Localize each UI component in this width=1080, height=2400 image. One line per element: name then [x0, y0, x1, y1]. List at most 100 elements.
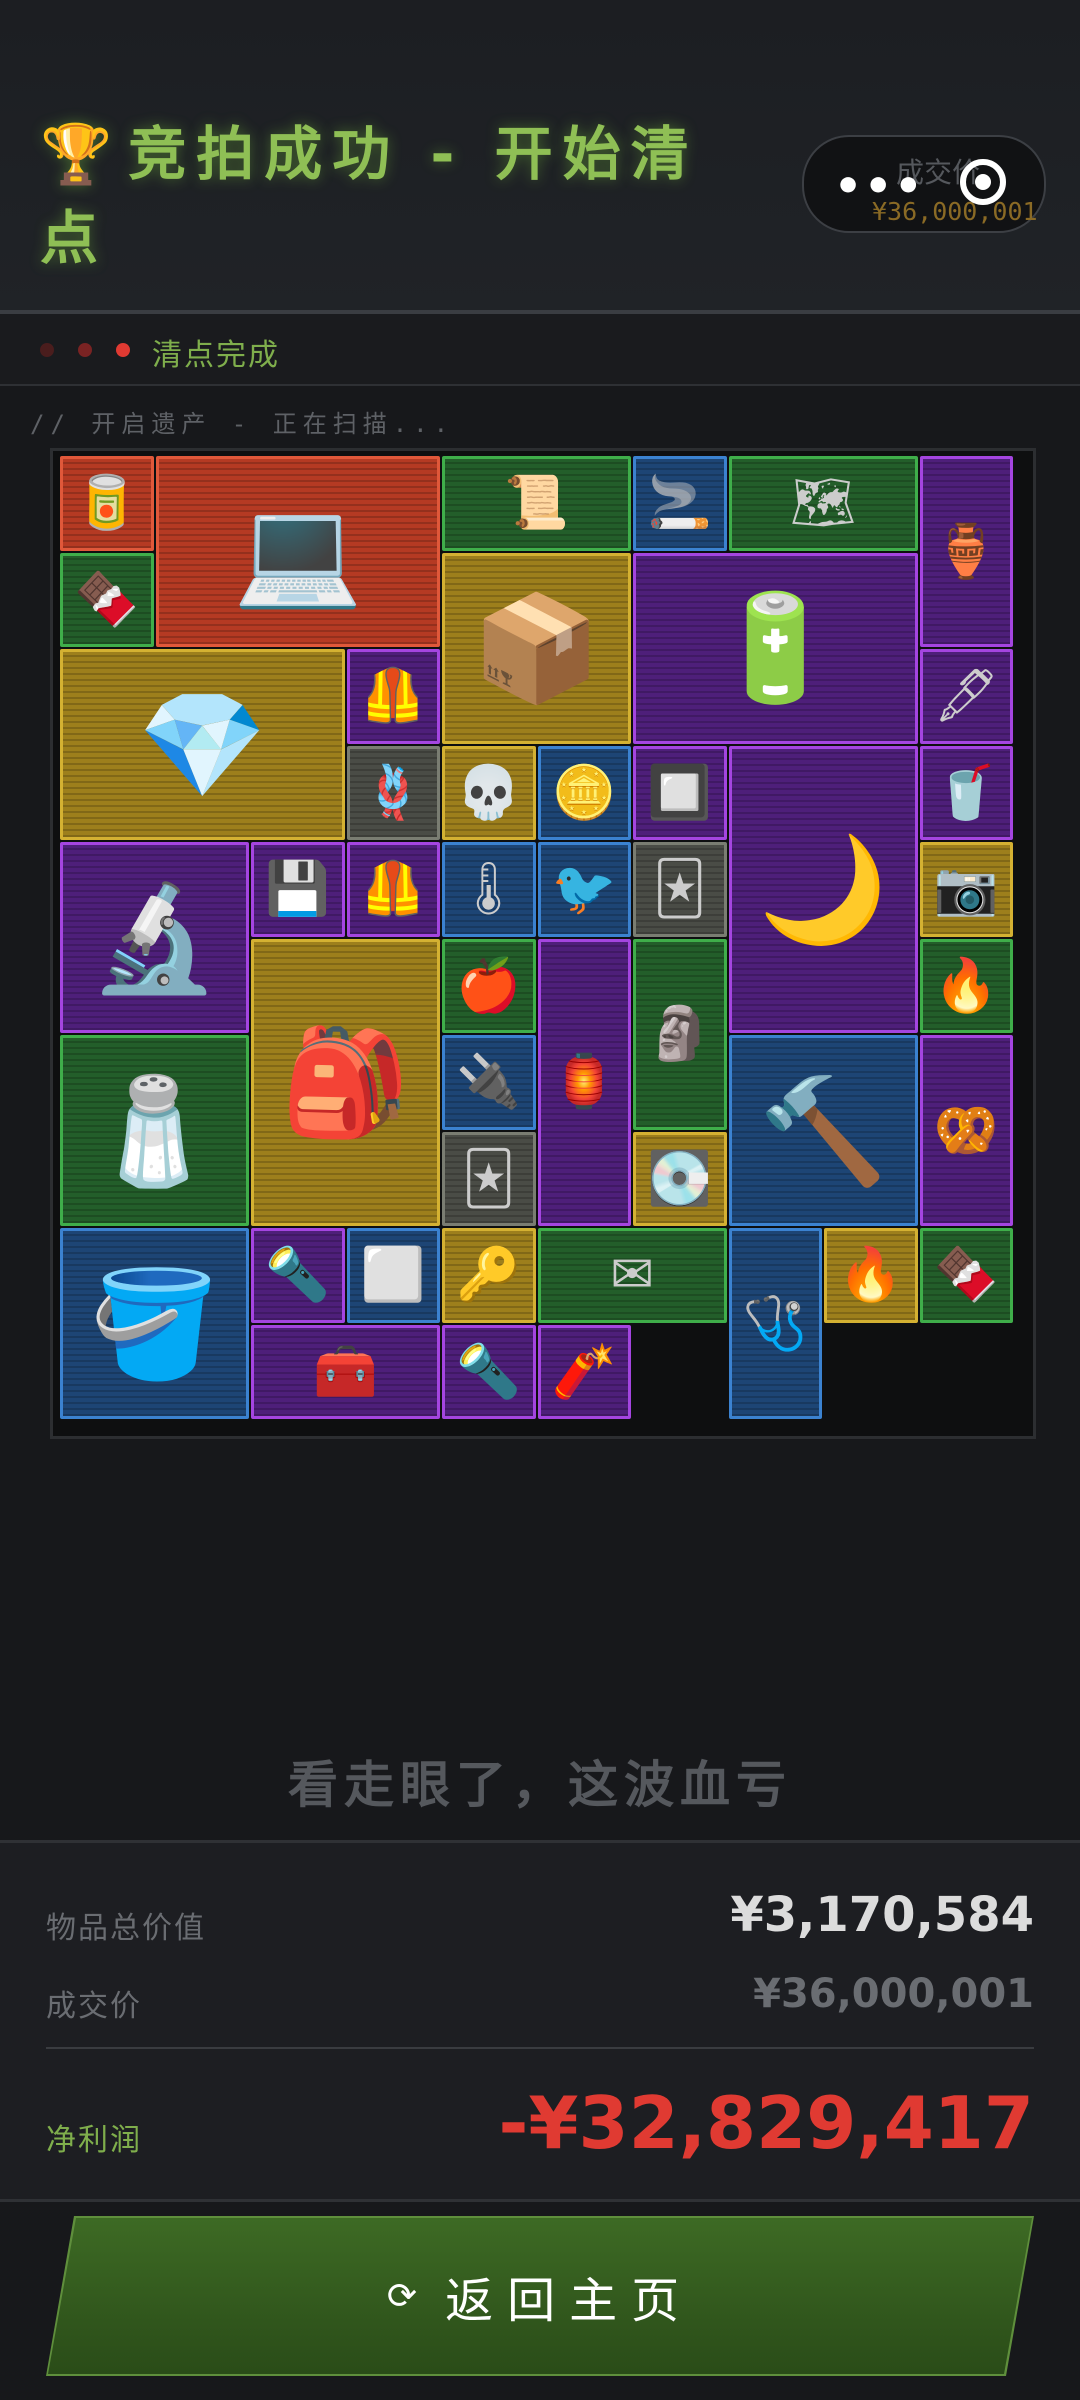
- caviar-tin-icon: 🥫: [74, 473, 140, 534]
- loot-item-carved-mask[interactable]: 🗿: [633, 938, 727, 1130]
- loot-item-spice-rack[interactable]: 🧂: [60, 1035, 249, 1226]
- loot-item-supply-crate[interactable]: 📦: [442, 552, 631, 744]
- close-target-icon[interactable]: [960, 159, 1006, 205]
- loot-item-flashlight[interactable]: 🔦: [442, 1324, 536, 1419]
- more-dots-icon[interactable]: •••: [834, 161, 924, 212]
- snack-pack-icon: 🥨: [933, 1100, 999, 1161]
- rugged-laptop-case-icon: 💻: [233, 490, 363, 613]
- loot-item-rotary-hammer[interactable]: 🔨: [728, 1035, 918, 1226]
- loot-item-ssd-drive[interactable]: 💾: [251, 842, 345, 937]
- loot-item-lantern[interactable]: 🏮: [537, 938, 631, 1226]
- heavy-case-icon: 🎒: [280, 1021, 411, 1144]
- loot-item-zippo-lighter[interactable]: 🔥: [824, 1228, 918, 1323]
- club-card-icon: 🃏: [462, 1148, 516, 1209]
- deal-price-value: ¥36,000,001: [753, 1971, 1034, 2017]
- header: 🏆 竞拍成功 - 开始清点 成交价 ¥36,000,001 •••: [0, 0, 1080, 314]
- loot-item-heavy-case[interactable]: 🎒: [251, 938, 440, 1226]
- loot-item-glow-stick[interactable]: 🧨: [537, 1324, 631, 1419]
- progress-dot-3: [116, 343, 130, 357]
- loot-item-chocolate-bar[interactable]: 🍫: [60, 552, 154, 647]
- ancient-coin-icon: 🪙: [551, 762, 617, 823]
- lab-centrifuge-icon: 🔬: [89, 876, 220, 999]
- loot-item-club-card[interactable]: 🃏: [442, 1131, 536, 1226]
- hard-drive-icon: 💽: [647, 1148, 713, 1209]
- stethoscope-icon: 🩺: [742, 1293, 808, 1354]
- old-parchment-icon: 📜: [504, 473, 569, 534]
- camera-lens-icon: 📷: [933, 859, 999, 920]
- net-profit-value: -¥32,829,417: [498, 2081, 1034, 2165]
- carved-mask-icon: 🗿: [647, 1004, 713, 1064]
- loot-item-tool-kit[interactable]: 🧰: [251, 1324, 440, 1419]
- circuit-chip-icon: 🔲: [647, 762, 713, 823]
- lighter-icon: 🔥: [933, 955, 999, 1016]
- loot-item-crescent-lamp[interactable]: 🌙: [728, 745, 918, 1033]
- thermometer-gun-icon: 🌡: [455, 859, 522, 920]
- loot-item-old-parchment[interactable]: 📜: [442, 456, 631, 551]
- summary-panel: 物品总价值 ¥3,170,584 成交价 ¥36,000,001 净利润 -¥3…: [0, 1840, 1080, 2202]
- loot-item-lighter[interactable]: 🔥: [919, 938, 1013, 1033]
- blueprint-map-icon: 🗺: [789, 473, 856, 534]
- loot-item-playing-card[interactable]: 🃏: [633, 842, 727, 937]
- loot-item-jeweled-keychain[interactable]: 💎: [60, 649, 345, 840]
- chocolate-bar-icon: 🍫: [74, 569, 140, 630]
- loot-item-ancient-coin[interactable]: 🪙: [537, 745, 631, 840]
- supply-crate-icon: 📦: [471, 587, 602, 709]
- old-letter-icon: ✉: [610, 1245, 654, 1306]
- cigarette-pack-icon: 🚬: [647, 473, 713, 534]
- loot-item-energy-drink[interactable]: 🥤: [919, 745, 1013, 840]
- loot-item-car-battery[interactable]: 🔋: [633, 552, 918, 744]
- progress-label: 清点完成: [152, 338, 280, 373]
- body-armor-plate-icon: 🦺: [360, 666, 426, 727]
- loot-item-vest-insert[interactable]: 🦺: [346, 842, 440, 937]
- loot-item-old-letter[interactable]: ✉: [537, 1228, 727, 1323]
- loot-item-skull-pendant[interactable]: 💀: [442, 745, 536, 840]
- loot-item-usb-stick[interactable]: 🔌: [442, 1035, 536, 1130]
- loot-item-blueprint-map[interactable]: 🗺: [728, 456, 918, 551]
- loot-item-fountain-pen[interactable]: 🖋: [919, 649, 1013, 744]
- trophy-icon: 🏆: [40, 120, 113, 188]
- wooden-bird-icon: 🐦: [551, 859, 617, 920]
- loot-item-red-apple[interactable]: 🍎: [442, 938, 536, 1033]
- page-title: 🏆 竞拍成功 - 开始清点: [40, 112, 740, 280]
- loot-item-body-armor-plate[interactable]: 🦺: [346, 649, 440, 744]
- ssd-drive-icon: 💾: [265, 859, 331, 920]
- loot-item-lab-centrifuge[interactable]: 🔬: [60, 842, 249, 1033]
- vest-insert-icon: 🦺: [360, 859, 426, 920]
- mini-program-capsule[interactable]: 成交价 ¥36,000,001 •••: [802, 135, 1046, 233]
- total-value: ¥3,170,584: [730, 1887, 1034, 1943]
- loot-item-flashlight-tube[interactable]: 🔦: [251, 1228, 345, 1323]
- loot-item-wooden-bird[interactable]: 🐦: [537, 842, 631, 937]
- progress-dot-1: [40, 343, 54, 357]
- tool-kit-icon: 🧰: [313, 1341, 378, 1402]
- refresh-icon: ⟳: [386, 2275, 418, 2317]
- loot-item-rugged-laptop-case[interactable]: 💻: [155, 456, 440, 647]
- loot-item-thermometer-gun[interactable]: 🌡: [442, 842, 536, 937]
- net-profit-label: 净利润: [46, 2123, 142, 2158]
- loot-item-rope-coil[interactable]: 🪢: [346, 745, 440, 840]
- loot-item-stethoscope[interactable]: 🩺: [728, 1228, 822, 1419]
- loot-item-candy-bar[interactable]: 🍫: [919, 1228, 1013, 1323]
- loot-item-hard-drive[interactable]: 💽: [633, 1131, 727, 1226]
- rotary-hammer-icon: 🔨: [758, 1069, 888, 1192]
- loot-item-paint-bucket[interactable]: 🪣: [60, 1228, 249, 1419]
- candy-bar-icon: 🍫: [933, 1245, 999, 1306]
- loot-item-snack-pack[interactable]: 🥨: [919, 1035, 1013, 1226]
- deal-price-label: 成交价: [46, 1989, 142, 2024]
- usb-stick-icon: 🔌: [456, 1052, 522, 1113]
- summary-divider: [46, 2047, 1034, 2049]
- loot-item-caviar-tin[interactable]: 🥫: [60, 456, 154, 551]
- fountain-pen-icon: 🖋: [933, 666, 1000, 727]
- loot-item-brass-hookah[interactable]: 🏺: [919, 456, 1013, 647]
- loot-item-circuit-chip[interactable]: 🔲: [633, 745, 727, 840]
- gold-key-icon: 🔑: [456, 1245, 522, 1306]
- loot-item-cigarette-pack[interactable]: 🚬: [633, 456, 727, 551]
- loot-item-gold-key[interactable]: 🔑: [442, 1228, 536, 1323]
- loot-item-metal-sheet[interactable]: ⬜: [346, 1228, 440, 1323]
- progress-bar: 清点完成: [0, 314, 1080, 386]
- loot-item-camera-lens[interactable]: 📷: [919, 842, 1013, 937]
- flashlight-icon: 🔦: [456, 1341, 522, 1402]
- skull-pendant-icon: 💀: [456, 762, 522, 823]
- return-home-button[interactable]: ⟳ 返回主页: [48, 2218, 1032, 2374]
- car-battery-icon: 🔋: [710, 587, 841, 709]
- playing-card-icon: 🃏: [653, 859, 707, 920]
